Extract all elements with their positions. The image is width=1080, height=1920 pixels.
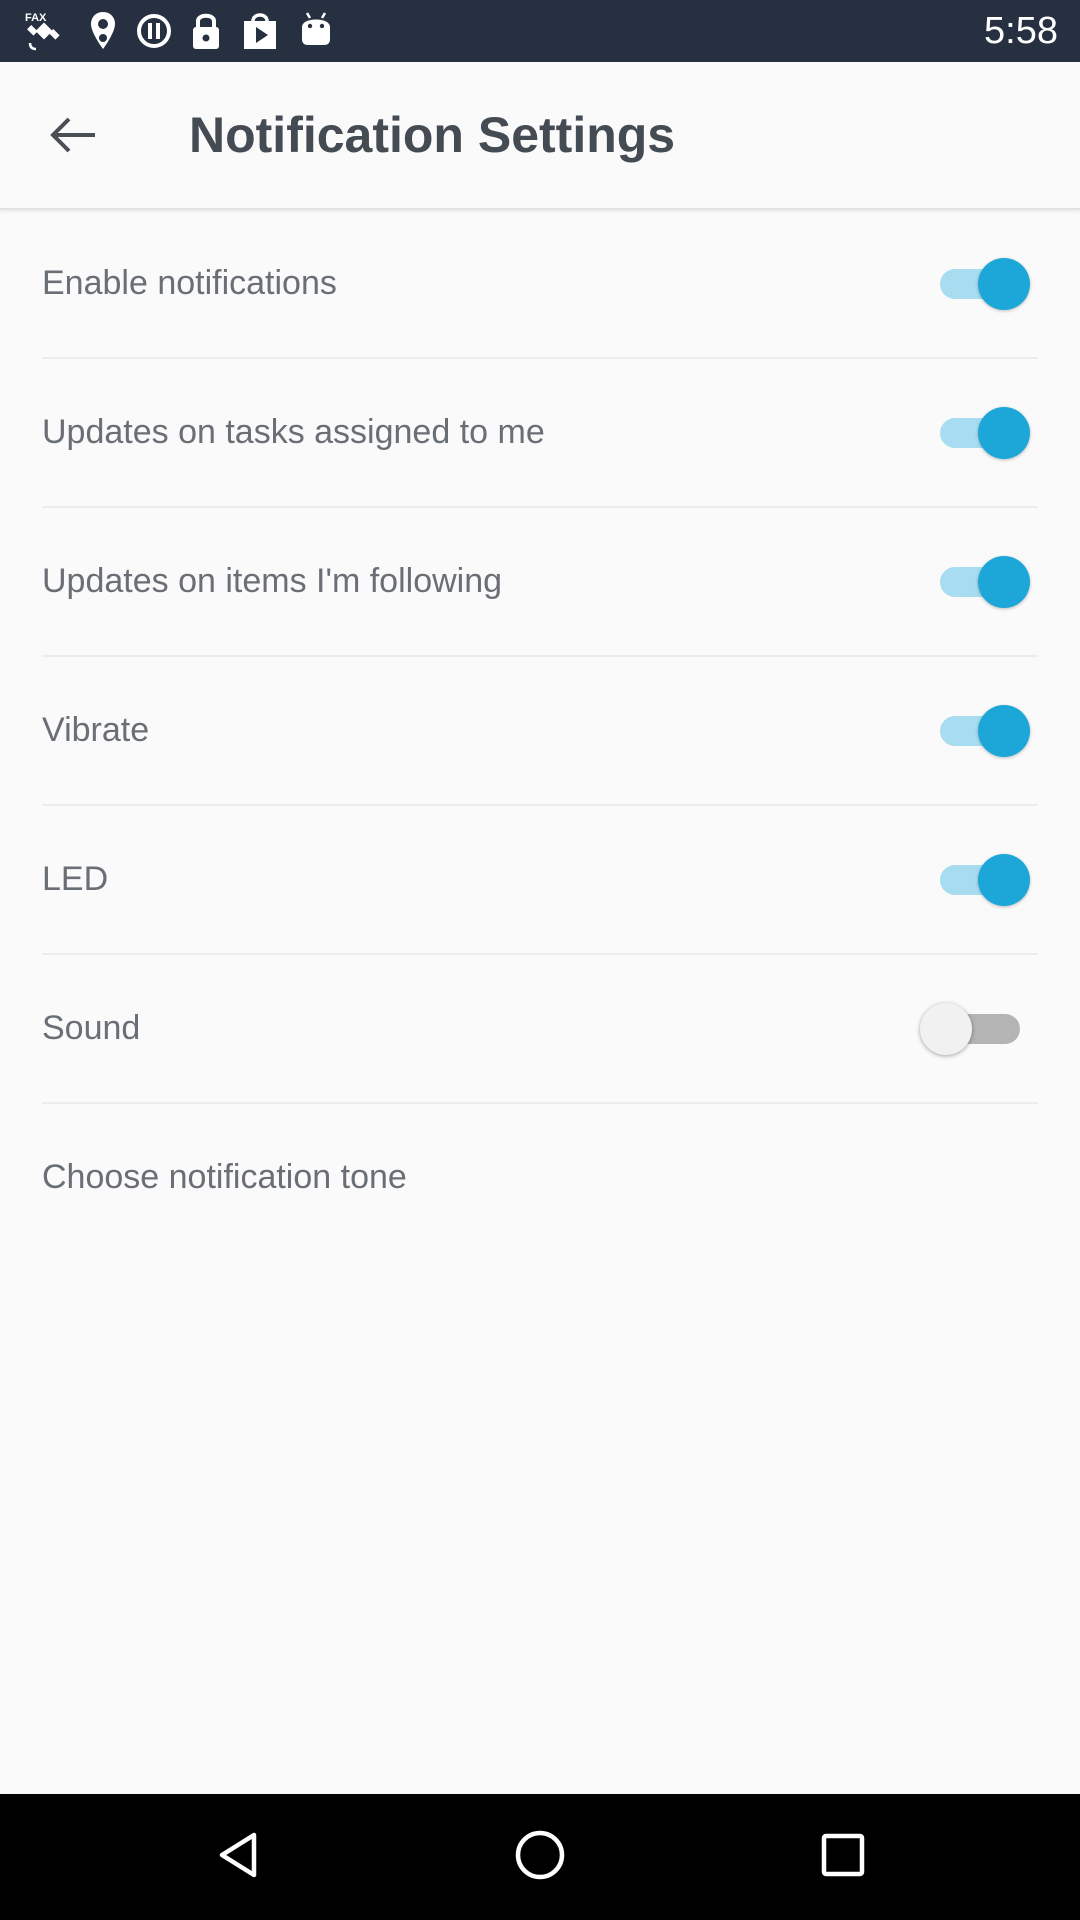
- page-title: Notification Settings: [189, 107, 676, 163]
- do-not-disturb-icon: [136, 9, 172, 53]
- setting-tasks-assigned[interactable]: Updates on tasks assigned to me: [42, 359, 1038, 508]
- setting-label: Updates on items I'm following: [42, 562, 503, 600]
- sound-toggle[interactable]: [920, 1002, 1020, 1055]
- toggle-thumb: [978, 705, 1030, 757]
- setting-led[interactable]: LED: [42, 806, 1038, 955]
- home-circle-icon: [512, 1827, 568, 1888]
- led-toggle[interactable]: [940, 853, 1030, 906]
- vibrate-toggle[interactable]: [940, 704, 1030, 757]
- android-icon: [298, 9, 334, 53]
- tasks-assigned-toggle[interactable]: [940, 406, 1030, 459]
- toggle-thumb: [978, 258, 1030, 310]
- nav-recents-button[interactable]: [807, 1821, 879, 1893]
- setting-label: Sound: [42, 1009, 141, 1047]
- toggle-thumb: [920, 1003, 972, 1055]
- nav-back-button[interactable]: [204, 1821, 276, 1893]
- back-button[interactable]: [30, 94, 116, 180]
- setting-label: LED: [42, 860, 109, 898]
- arrow-left-icon: [47, 115, 99, 160]
- setting-items-following[interactable]: Updates on items I'm following: [42, 508, 1038, 657]
- setting-sound[interactable]: Sound: [42, 955, 1038, 1104]
- settings-list: Enable notifications Updates on tasks as…: [42, 210, 1038, 1251]
- toggle-thumb: [978, 407, 1030, 459]
- setting-enable-notifications[interactable]: Enable notifications: [42, 210, 1038, 359]
- toggle-thumb: [978, 556, 1030, 608]
- toggle-thumb: [978, 854, 1030, 906]
- nav-home-button[interactable]: [504, 1821, 576, 1893]
- setting-label: Vibrate: [42, 711, 150, 749]
- recents-square-icon: [815, 1827, 871, 1888]
- enable-notifications-toggle[interactable]: [940, 257, 1030, 310]
- items-following-toggle[interactable]: [940, 555, 1030, 608]
- setting-label: Choose notification tone: [42, 1158, 407, 1196]
- setting-notification-tone[interactable]: Choose notification tone: [42, 1104, 1038, 1251]
- satellite-fax-icon: FAX: [24, 9, 70, 53]
- status-time: 5:58: [984, 10, 1058, 52]
- location-pin-icon: [88, 9, 118, 53]
- status-icons: FAX: [24, 8, 334, 54]
- play-store-icon: [240, 9, 280, 53]
- setting-label: Updates on tasks assigned to me: [42, 413, 545, 451]
- setting-vibrate[interactable]: Vibrate: [42, 657, 1038, 806]
- navigation-bar: [0, 1794, 1080, 1920]
- app-bar: Notification Settings: [0, 62, 1080, 210]
- status-bar: FAX 5:58: [0, 0, 1080, 62]
- svg-text:FAX: FAX: [25, 12, 47, 24]
- back-triangle-icon: [212, 1827, 268, 1888]
- setting-label: Enable notifications: [42, 264, 337, 302]
- lock-icon: [190, 9, 222, 53]
